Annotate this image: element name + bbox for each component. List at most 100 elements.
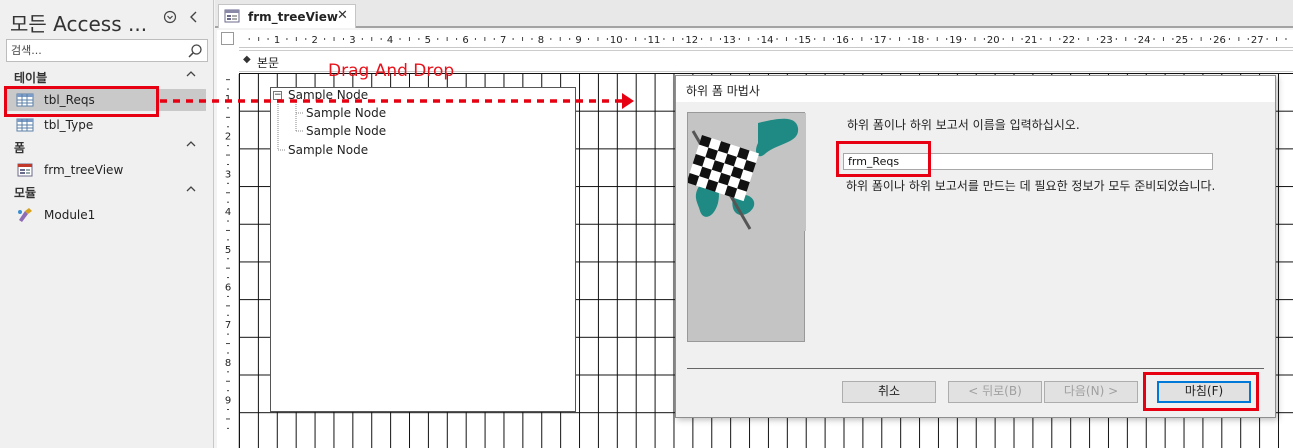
ruler-tick	[286, 38, 288, 40]
close-icon[interactable]: ✕	[337, 8, 348, 23]
ruler-tick	[1210, 38, 1212, 40]
ruler-tick	[1059, 38, 1061, 40]
nav-pane-title[interactable]: 모든 Access ...	[10, 8, 147, 37]
ruler-tick	[226, 267, 230, 269]
nav-item-label: tbl_Type	[44, 118, 94, 132]
chevron-up-icon[interactable]	[186, 183, 196, 196]
table-icon	[16, 118, 34, 132]
ruler-label: 23	[1100, 35, 1113, 46]
ruler-tick	[248, 38, 250, 40]
ruler-label: 2	[225, 132, 231, 143]
checkered-flag-image	[687, 112, 806, 342]
group-label: 테이블	[14, 71, 48, 85]
ruler-label: 9	[225, 396, 231, 407]
ruler-tick	[267, 38, 269, 40]
ruler-tick	[851, 38, 853, 40]
nav-item-module1[interactable]: Module1	[4, 204, 206, 226]
ruler-tick	[227, 239, 229, 241]
ruler-tick	[342, 38, 344, 40]
ruler-label: 4	[225, 207, 231, 218]
ruler-tick	[456, 38, 458, 40]
search-box	[6, 39, 208, 62]
horizontal-ruler: 1 2 3 4 5 6 7 8 9 10 11 12 13 14 15 16 17 18 19 20 21 22 23 24 2…	[239, 30, 1293, 48]
ruler-tick	[833, 38, 835, 40]
ruler-tick	[785, 37, 787, 41]
ruler-label: 5	[225, 245, 231, 256]
collapse-pane-icon[interactable]	[189, 10, 199, 28]
ruler-tick	[644, 38, 646, 40]
ruler-tick	[474, 38, 476, 40]
dialog-separator	[687, 368, 1264, 369]
ruler-tick	[965, 38, 967, 40]
ruler-tick	[227, 314, 229, 316]
ruler-tick	[946, 38, 948, 40]
group-label: 모듈	[14, 186, 37, 200]
group-header-tables[interactable]: 테이블	[0, 67, 214, 87]
ruler-tick	[305, 38, 307, 40]
ruler-tick	[380, 38, 382, 40]
chevron-up-icon[interactable]	[186, 68, 196, 81]
ruler-tick	[776, 38, 778, 40]
cancel-button[interactable]: 취소	[842, 381, 936, 403]
ruler-tick	[1012, 37, 1014, 41]
ruler-tick	[226, 418, 230, 420]
navigation-pane: 모든 Access ... 테이블 tbl_Reqs tbl_Type 폼	[0, 0, 214, 448]
ruler-tick	[226, 343, 230, 345]
search-icon[interactable]	[187, 43, 203, 59]
search-input[interactable]	[11, 42, 181, 59]
form-selector[interactable]	[221, 32, 234, 45]
ruler-tick	[227, 409, 229, 411]
ruler-label: 10	[610, 35, 623, 46]
ruler-tick	[757, 38, 759, 40]
ruler-tick	[1125, 37, 1127, 41]
ruler-tick	[625, 38, 627, 40]
ruler-label: 5	[425, 35, 431, 46]
module-icon	[18, 208, 32, 222]
tree-node[interactable]: Sample Node	[306, 124, 386, 138]
ruler-tick	[227, 427, 229, 429]
ruler-label: 9	[575, 35, 581, 46]
ruler-tick	[1276, 37, 1278, 41]
ruler-tick	[936, 37, 938, 41]
ruler-tick	[899, 37, 901, 41]
ruler-tick	[226, 116, 230, 118]
ruler-label: 20	[987, 35, 1000, 46]
vertical-ruler: 123456789	[217, 74, 239, 448]
highlight-name-input	[836, 141, 931, 177]
nav-menu-dropdown-icon[interactable]	[163, 10, 177, 28]
tree-node[interactable]: Sample Node	[288, 143, 368, 157]
next-button[interactable]: 다음(N) >	[1044, 381, 1138, 403]
ruler-tick	[1247, 38, 1249, 40]
ruler-tick	[227, 163, 229, 165]
ruler-tick	[861, 37, 863, 41]
tab-label: frm_treeView	[248, 10, 338, 24]
section-label: 본문	[257, 56, 280, 70]
nav-item-frm-treeview[interactable]: frm_treeView	[4, 159, 206, 181]
treeview-control[interactable]: − Sample Node Sample Node Sample Node Sa…	[270, 87, 576, 412]
back-button[interactable]: < 뒤로(B)	[948, 381, 1042, 403]
ruler-tick	[227, 371, 229, 373]
ruler-tick	[484, 37, 486, 41]
ruler-tick	[719, 38, 721, 40]
chevron-up-icon[interactable]	[186, 138, 196, 151]
dialog-title-bar[interactable]: 하위 폼 마법사	[676, 76, 1275, 102]
nav-item-tbl-type[interactable]: tbl_Type	[4, 114, 206, 136]
ruler-tick	[1096, 38, 1098, 40]
ruler-tick	[226, 380, 230, 382]
drag-and-drop-annotation: Drag And Drop	[328, 61, 455, 81]
ruler-tick	[399, 38, 401, 40]
ruler-label: 4	[387, 35, 393, 46]
ruler-tick	[227, 258, 229, 260]
nav-item-label: Module1	[44, 208, 96, 222]
ruler-tick	[227, 277, 229, 279]
tab-frm-treeview[interactable]: frm_treeView ✕	[218, 4, 356, 28]
group-header-forms[interactable]: 폼	[0, 137, 214, 157]
group-header-modules[interactable]: 모듈	[0, 182, 214, 202]
ruler-tick	[1021, 38, 1023, 40]
ruler-tick	[227, 182, 229, 184]
ruler-tick	[408, 37, 410, 41]
ruler-label: 18	[912, 35, 925, 46]
ruler-label: 24	[1138, 35, 1151, 46]
ruler-label: 17	[874, 35, 887, 46]
ruler-tick	[295, 37, 297, 41]
